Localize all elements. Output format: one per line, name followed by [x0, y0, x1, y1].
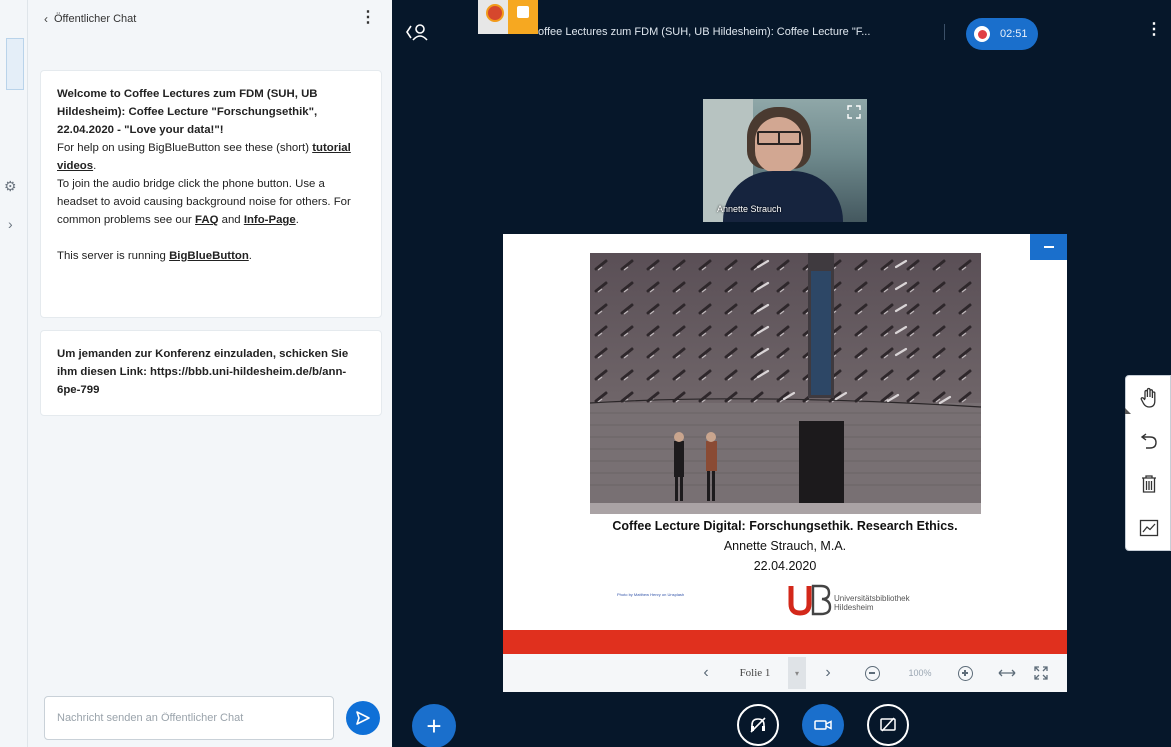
meeting-title: offee Lectures zum FDM (SUH, UB Hildeshe… [538, 26, 871, 38]
minimize-presentation-button[interactable] [1030, 234, 1067, 260]
photo-credit: Photo by Matthew Henry on Unsplash [617, 592, 685, 597]
trash-icon [1142, 475, 1156, 493]
multi-user-whiteboard-button[interactable] [1126, 508, 1171, 548]
video-camera-icon [814, 720, 832, 730]
ub-logo-text-line2: Hildesheim [834, 603, 874, 612]
server-suffix: . [248, 250, 252, 262]
and-text: and [221, 214, 241, 226]
chevron-down-icon: ▾ [794, 668, 799, 678]
slide-title: Coffee Lecture Digital: Forschungsethik.… [612, 519, 958, 533]
zoom-in-button[interactable] [954, 654, 976, 692]
slide-select[interactable]: Folie 1 [722, 654, 788, 692]
zoom-out-icon [864, 665, 880, 681]
chat-title: Öffentlicher Chat [54, 13, 137, 25]
faq-link[interactable]: FAQ [195, 214, 218, 226]
server-text: This server is running [57, 250, 166, 262]
whiteboard-toolbar [1125, 375, 1171, 551]
slide-author: Annette Strauch, M.A. [723, 539, 847, 553]
ub-logo-text-line1: Universitätsbibliothek [834, 594, 910, 603]
leave-audio-button[interactable] [737, 704, 779, 746]
user-list-strip: ⚙ › [0, 0, 28, 747]
minus-icon [1043, 246, 1054, 248]
slide-date: 22.04.2020 [753, 559, 817, 573]
info-suffix: . [295, 214, 299, 226]
invite-text: Um jemanden zur Konferenz einzuladen, sc… [57, 348, 349, 396]
recording-time: 02:51 [1000, 28, 1028, 40]
headset-off-icon [750, 717, 766, 733]
share-screen-button[interactable] [867, 704, 909, 746]
divider [944, 24, 945, 40]
gear-icon[interactable]: ⚙ [4, 178, 17, 195]
clear-all-button[interactable] [1126, 464, 1171, 504]
info-page-link[interactable]: Info-Page [244, 214, 296, 226]
user-list-toggle-icon[interactable] [405, 22, 429, 42]
recording-indicator[interactable]: 02:51 [966, 18, 1038, 50]
chevron-left-icon: ‹ [703, 664, 709, 681]
plus-icon: + [426, 711, 442, 741]
share-webcam-button[interactable] [802, 704, 844, 746]
fullscreen-icon[interactable] [847, 105, 861, 119]
chat-header: ‹ Öffentlicher Chat ⋮ [28, 0, 392, 44]
screenshare-off-icon [880, 717, 896, 732]
options-menu-icon[interactable]: ⋮ [1146, 22, 1162, 38]
chat-message-input[interactable] [44, 696, 334, 740]
slide-footer-bar [503, 630, 1067, 654]
send-icon [356, 711, 370, 725]
bigbluebutton-link[interactable]: BigBlueButton [169, 250, 249, 262]
help-text: For help on using BigBlueButton see thes… [57, 142, 310, 154]
chat-panel: ‹ Öffentlicher Chat ⋮ Welcome to Coffee … [28, 0, 392, 747]
help-suffix: . [93, 160, 97, 172]
hand-icon [1140, 387, 1156, 408]
invite-message: Um jemanden zur Konferenz einzuladen, sc… [40, 330, 382, 416]
fullscreen-presentation-button[interactable] [1028, 654, 1054, 692]
fit-to-width-button[interactable] [996, 654, 1018, 692]
webcam-user-name: Annette Strauch [717, 204, 782, 214]
chat-options-icon[interactable]: ⋮ [360, 10, 376, 26]
ub-logo-text: Universitätsbibliothek Hildesheim [834, 594, 910, 612]
user-list-selected-item[interactable] [6, 38, 24, 90]
toolbar-corner-marker [1125, 408, 1131, 414]
chart-line-icon [1139, 519, 1159, 537]
send-message-button[interactable] [346, 701, 380, 735]
previous-slide-button[interactable]: ‹ [696, 654, 716, 692]
webcam-video[interactable]: Annette Strauch [703, 99, 867, 222]
fullscreen-icon [1034, 666, 1048, 680]
welcome-heading: Welcome to Coffee Lectures zum FDM (SUH,… [57, 88, 318, 136]
pan-tool-button[interactable] [1126, 378, 1171, 418]
ub-logo [788, 584, 832, 616]
zoom-in-icon [957, 665, 973, 681]
slide-photo [590, 253, 981, 514]
meeting-logo [478, 0, 538, 34]
chevron-right-icon[interactable]: › [8, 216, 13, 232]
slide-select-dropdown[interactable]: ▾ [788, 657, 806, 689]
undo-icon [1140, 433, 1157, 449]
chevron-left-icon: ‹ [44, 12, 48, 26]
record-icon [974, 26, 990, 42]
welcome-message: Welcome to Coffee Lectures zum FDM (SUH,… [40, 70, 382, 318]
undo-button[interactable] [1126, 420, 1171, 460]
chat-back-button[interactable]: ‹ Öffentlicher Chat [44, 12, 136, 26]
fit-width-icon [998, 669, 1016, 677]
next-slide-button[interactable]: › [818, 654, 838, 692]
zoom-level[interactable]: 100% [900, 654, 940, 692]
actions-menu-button[interactable]: + [412, 704, 456, 747]
chevron-right-icon: › [825, 664, 831, 681]
zoom-out-button[interactable] [862, 654, 882, 692]
